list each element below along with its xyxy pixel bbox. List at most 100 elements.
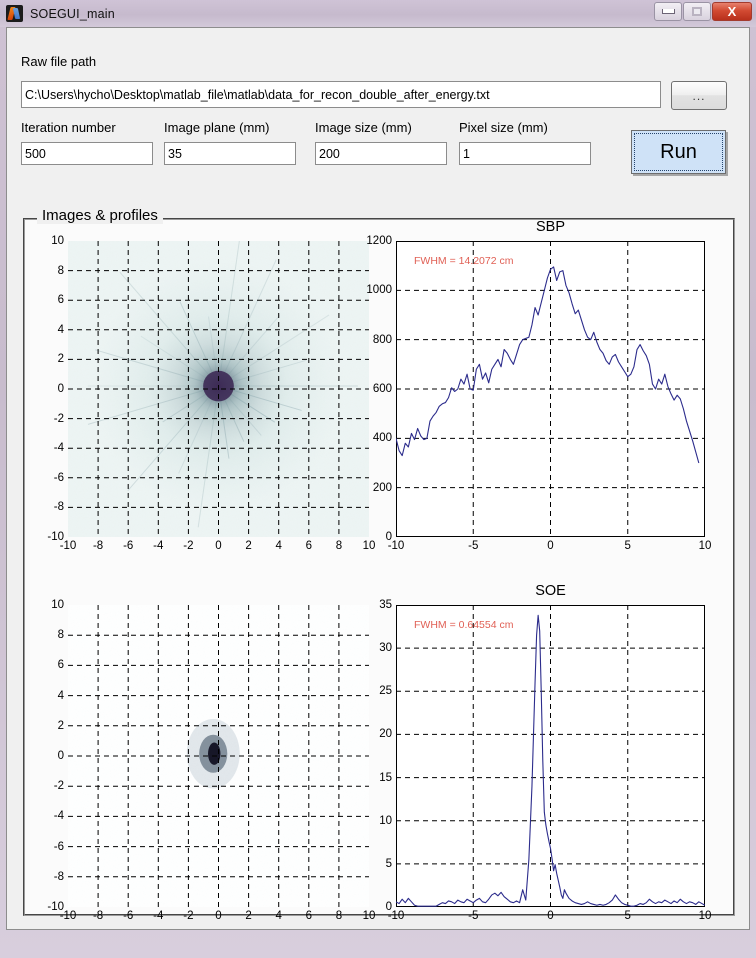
sbp-profile-canvas (396, 241, 705, 537)
soe-image-x-tick: 2 (245, 910, 251, 922)
raw-file-path-label: Raw file path (21, 54, 96, 69)
minimize-icon (662, 9, 675, 14)
sbp-profile-fwhm-annotation: FWHM = 14.2072 cm (414, 255, 514, 267)
sbp-profile-y-tick: 600 (373, 383, 392, 395)
soe-image-y-tick: 10 (51, 599, 64, 611)
raw-file-path-input[interactable]: C:\Users\hycho\Desktop\matlab_file\matla… (21, 81, 661, 108)
soe-image-x-tick: -2 (183, 910, 193, 922)
sbp-image-x-tick: 4 (275, 540, 281, 552)
pixel-size-label: Pixel size (mm) (459, 120, 548, 135)
sbp-image-x-tick: 8 (336, 540, 342, 552)
soe-image-y-tick: -6 (54, 841, 64, 853)
maximize-icon (692, 7, 702, 16)
soe-image-x-tick: -4 (153, 910, 163, 922)
soe-image-x-tick: 8 (336, 910, 342, 922)
soe-profile-title: SOE (396, 583, 705, 599)
sbp-profile-x-tick: 0 (547, 540, 553, 552)
image-size-input[interactable]: 200 (315, 142, 447, 165)
image-plane-input[interactable]: 35 (164, 142, 296, 165)
image-plane-label: Image plane (mm) (164, 120, 269, 135)
minimize-button[interactable] (654, 2, 682, 21)
sbp-image-y-tick: 0 (58, 383, 64, 395)
soe-profile-y-tick: 30 (379, 642, 392, 654)
soe-image-y-tick: 0 (58, 750, 64, 762)
soe-image-x-tick: -6 (123, 910, 133, 922)
soe-profile-fwhm-annotation: FWHM = 0.64554 cm (414, 619, 514, 631)
sbp-image-x-tick: 10 (363, 540, 376, 552)
soe-image-y-tick: -2 (54, 780, 64, 792)
sbp-profile-title: SBP (396, 219, 705, 235)
soe-profile-x-tick: -10 (388, 910, 405, 922)
sbp-profile-x-tick: -10 (388, 540, 405, 552)
sbp-image-x-tick: -4 (153, 540, 163, 552)
soe-image-y-tick: 2 (58, 720, 64, 732)
soe-profile-y-tick: 35 (379, 599, 392, 611)
sbp-image-axes: -10 -8 -6 -4 -2 0 2 4 6 8 10 -10 -8 -6 -4 -2 0 2 4 6 8 10 (68, 241, 369, 537)
sbp-image-x-tick: -8 (93, 540, 103, 552)
soe-image-x-tick: 10 (363, 910, 376, 922)
focus-ring (634, 133, 723, 171)
matlab-icon (6, 5, 23, 22)
soe-profile-x-tick: 0 (547, 910, 553, 922)
sbp-profile-x-tick: 5 (625, 540, 631, 552)
soe-profile-x-tick: 10 (699, 910, 712, 922)
sbp-image-y-tick: 8 (58, 265, 64, 277)
soe-profile-y-tick: 15 (379, 772, 392, 784)
soe-profile-y-tick: 20 (379, 728, 392, 740)
sbp-profile-x-tick: -5 (468, 540, 478, 552)
soe-image-y-tick: -8 (54, 871, 64, 883)
sbp-profile-y-tick: 400 (373, 432, 392, 444)
soe-profile-y-tick: 25 (379, 685, 392, 697)
sbp-profile-y-tick: 1200 (366, 235, 392, 247)
sbp-image-x-tick: 6 (306, 540, 312, 552)
soe-image-canvas (68, 605, 369, 907)
soe-profile-y-tick: 5 (386, 858, 392, 870)
sbp-profile-axes: 0 200 400 600 800 1000 1200 -10 -5 0 5 10 SBP FWHM = … (396, 241, 705, 537)
sbp-image-x-tick: -6 (123, 540, 133, 552)
soe-profile-y-tick: 10 (379, 815, 392, 827)
run-button[interactable]: Run (631, 130, 726, 174)
soe-image-y-tick: 8 (58, 629, 64, 641)
sbp-image-canvas (68, 241, 369, 537)
soe-image-x-tick: -10 (60, 910, 77, 922)
close-button[interactable]: X (712, 2, 752, 21)
iteration-number-label: Iteration number (21, 120, 116, 135)
soe-image-x-tick: -8 (93, 910, 103, 922)
sbp-image-x-tick: -2 (183, 540, 193, 552)
sbp-profile-y-tick: 200 (373, 482, 392, 494)
app-window: SOEGUI_main X Raw file path C:\Users\hyc… (0, 0, 756, 958)
soe-image-y-tick: 6 (58, 659, 64, 671)
sbp-image-y-tick: 4 (58, 324, 64, 336)
soe-image-y-tick: -4 (54, 810, 64, 822)
soe-image-x-tick: 0 (215, 910, 221, 922)
soe-profile-x-tick: 5 (625, 910, 631, 922)
soe-image-axes: -10 -8 -6 -4 -2 0 2 4 6 8 10 -10 -8 -6 -4 -2 0 2 4 6 8 10 (68, 605, 369, 907)
maximize-button[interactable] (683, 2, 711, 21)
soe-image-x-tick: 6 (306, 910, 312, 922)
sbp-profile-y-tick: 800 (373, 334, 392, 346)
sbp-image-y-tick: -6 (54, 472, 64, 484)
sbp-image-x-tick: -10 (60, 540, 77, 552)
soe-profile-canvas (396, 605, 705, 907)
window-title: SOEGUI_main (30, 7, 115, 21)
sbp-profile-y-tick: 1000 (366, 284, 392, 296)
soe-image-x-tick: 4 (275, 910, 281, 922)
soe-image-y-tick: 4 (58, 690, 64, 702)
soe-profile-axes: 0 5 10 15 20 25 30 35 -10 -5 0 5 10 SOE FWHM = 0.64554… (396, 605, 705, 907)
sbp-image-y-tick: 10 (51, 235, 64, 247)
image-size-label: Image size (mm) (315, 120, 412, 135)
pixel-size-input[interactable]: 1 (459, 142, 591, 165)
sbp-image-x-tick: 0 (215, 540, 221, 552)
sbp-image-y-tick: -8 (54, 501, 64, 513)
sbp-image-y-tick: 2 (58, 353, 64, 365)
soe-profile-x-tick: -5 (468, 910, 478, 922)
sbp-image-y-tick: -2 (54, 413, 64, 425)
panel-title: Images & profiles (37, 207, 163, 224)
sbp-profile-x-tick: 10 (699, 540, 712, 552)
client-area: Raw file path C:\Users\hycho\Desktop\mat… (6, 27, 750, 930)
sbp-image-x-tick: 2 (245, 540, 251, 552)
window-controls: X (654, 2, 752, 21)
browse-button[interactable]: ... (671, 81, 727, 110)
iteration-number-input[interactable]: 500 (21, 142, 153, 165)
sbp-image-y-tick: 6 (58, 294, 64, 306)
